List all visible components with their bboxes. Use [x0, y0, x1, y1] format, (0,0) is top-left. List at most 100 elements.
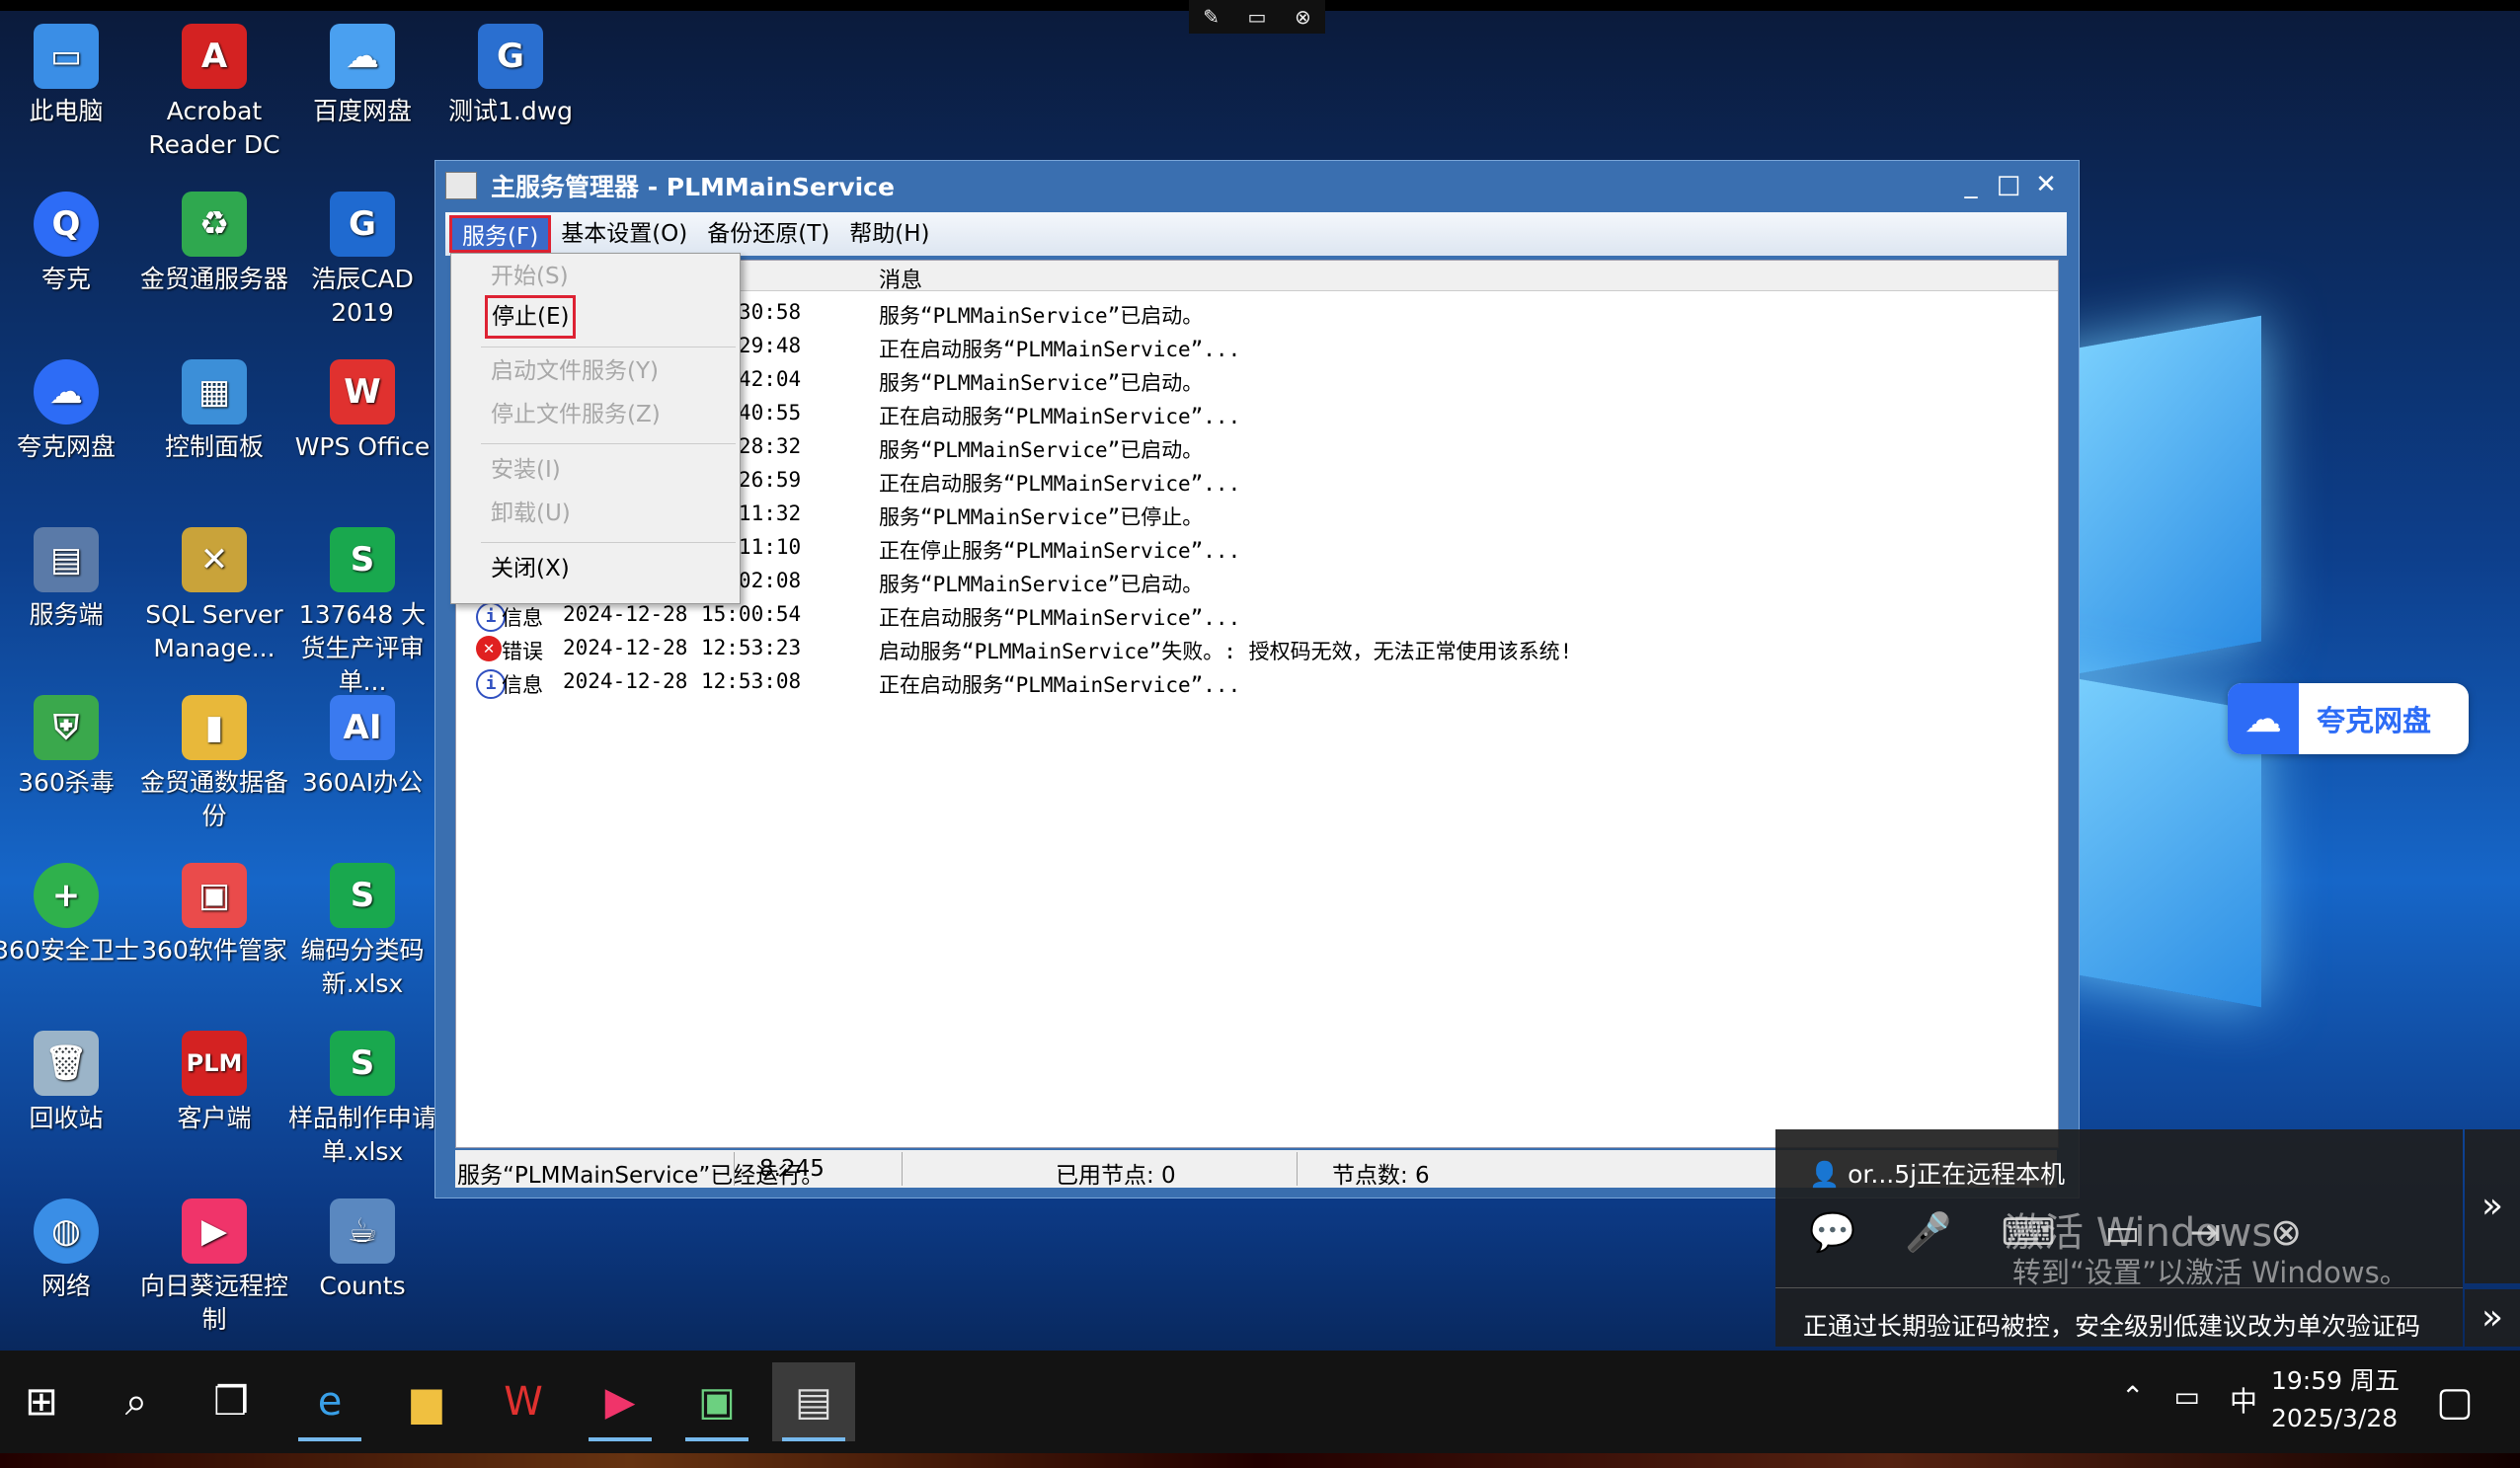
log-message: 服务“PLMMainService”已启动。	[879, 573, 1204, 596]
acrobat-icon: A	[182, 24, 247, 89]
chevron-up-icon[interactable]: ⌃	[2121, 1380, 2144, 1420]
log-row[interactable]: i 信息 2024-12-28 12:53:08 正在启动服务“PLMMainServi…	[456, 665, 2058, 699]
log-message: 正在启动服务“PLMMainService”...	[879, 338, 1241, 361]
recycle-bin-icon: 🗑	[34, 1031, 99, 1096]
log-time: 12:53:08	[701, 669, 802, 693]
desktop-icon-server[interactable]: ▤ 服务端	[0, 527, 140, 632]
clock[interactable]: 19:59 周五 2025/3/28	[2271, 1362, 2400, 1437]
sql-server-icon: ✕	[182, 527, 247, 592]
system-tray: ⌃ ▭ 中	[2121, 1380, 2257, 1420]
minimize-button[interactable]: _	[1954, 169, 1988, 200]
menu-help[interactable]: 帮助(H)	[839, 215, 939, 253]
expand-notice-chevron-icon[interactable]: »	[2465, 1289, 2520, 1347]
desktop-icon-360-ai-office[interactable]: AI 360AI办公	[288, 695, 436, 800]
file-explorer-icon[interactable]: ▆	[385, 1362, 468, 1441]
menu-item-start-file-service[interactable]: 启动文件服务(Y)	[491, 352, 659, 390]
expand-chevron-icon[interactable]: »	[2465, 1129, 2520, 1283]
log-message: 正在启动服务“PLMMainService”...	[879, 472, 1241, 496]
menu-backup-restore[interactable]: 备份还原(T)	[697, 215, 839, 253]
desktop-icon-jinmao-backup[interactable]: ▮ 金贸通数据备份	[140, 695, 288, 833]
menu-item-start[interactable]: 开始(S)	[491, 258, 569, 295]
control-panel-icon: ▦	[182, 359, 247, 425]
microphone-icon[interactable]: 🎤	[1905, 1210, 1951, 1255]
desktop-icon-this-pc[interactable]: ▭ 此电脑	[0, 24, 140, 128]
desktop-icon-wps[interactable]: W WPS Office	[288, 359, 436, 464]
search-icon[interactable]: ⌕	[95, 1362, 178, 1441]
log-row[interactable]: ✕ 错误 2024-12-28 12:53:23 启动服务“PLMMainService…	[456, 632, 2058, 665]
desktop-icon-plm-client[interactable]: PLM 客户端	[140, 1031, 288, 1135]
quark-netdisk-float[interactable]: ☁ 夸克网盘	[2228, 683, 2469, 754]
bottom-strip	[0, 1453, 2520, 1468]
quark-icon: Q	[34, 192, 99, 257]
menu-item-install[interactable]: 安装(I)	[491, 451, 561, 489]
menu-item-stop[interactable]: 停止(E)	[485, 295, 577, 339]
desktop-icon-jinmao-server[interactable]: ♻ 金贸通服务器	[140, 192, 288, 296]
desktop-icon-360-safeguard[interactable]: + 360安全卫士	[0, 863, 140, 967]
close-icon[interactable]: ⊗	[2270, 1210, 2302, 1255]
desktop-icon-counts[interactable]: ☕ Counts	[288, 1198, 436, 1303]
desktop-icon-sunlogin[interactable]: ▶ 向日葵远程控制	[140, 1198, 288, 1337]
desktop-icon-code-classification-xlsx[interactable]: S 编码分类码新.xlsx	[288, 863, 436, 1001]
desktop: ✎ ▭ ⊗ ▭ 此电脑 A Acrobat Reader DC ☁ 百度网盘 G…	[0, 0, 2520, 1468]
status-version: 8.245	[759, 1156, 825, 1182]
desktop-icon-360-antivirus[interactable]: ⛨ 360杀毒	[0, 695, 140, 800]
menu-service[interactable]: 服务(F)	[449, 215, 552, 253]
desktop-icon-quark[interactable]: Q 夸克	[0, 192, 140, 296]
menu-item-uninstall[interactable]: 卸载(U)	[491, 495, 571, 532]
task-view-icon[interactable]: ❐	[190, 1362, 273, 1441]
sunlogin-taskbar-icon[interactable]: ▶	[579, 1362, 662, 1441]
service-manager-taskbar-icon[interactable]: ▤	[772, 1362, 855, 1441]
log-message: 服务“PLMMainService”已停止。	[879, 505, 1204, 529]
chat-icon[interactable]: 💬	[1809, 1210, 1855, 1255]
desktop-icon-sample-request-xlsx[interactable]: S 样品制作申请单.xlsx	[288, 1031, 436, 1169]
wps-icon: W	[330, 359, 395, 425]
close-icon[interactable]: ⊗	[1295, 5, 1311, 29]
activate-windows-subtitle: 转到“设置”以激活 Windows。	[2012, 1256, 2408, 1289]
dwg-file-icon: G	[478, 24, 543, 89]
service-dropdown-menu: 开始(S) 停止(E) 启动文件服务(Y) 停止文件服务(Z) 安装(I) 卸载…	[450, 253, 741, 604]
menu-item-stop-file-service[interactable]: 停止文件服务(Z)	[491, 396, 661, 433]
maximize-button[interactable]: □	[1992, 169, 2025, 200]
desktop-icon-quark-netdisk[interactable]: ☁ 夸克网盘	[0, 359, 140, 464]
remote-session-panel: 👤 or...5j正在远程本机 💬 🎤 ⌨ ▭ ⇥ ⊗ 激活 Windows 转…	[1775, 1129, 2463, 1347]
desktop-icon-recycle-bin[interactable]: 🗑 回收站	[0, 1031, 140, 1135]
java-icon: ☕	[330, 1198, 395, 1264]
360-taskbar-icon[interactable]: ▣	[675, 1362, 758, 1441]
wps-taskbar-icon[interactable]: W	[482, 1362, 565, 1441]
log-date: 2024-12-28	[563, 636, 688, 659]
log-date: 2024-12-28	[563, 669, 688, 693]
remote-security-notice: 正通过长期验证码被控，安全级别低建议改为单次验证码	[1803, 1312, 2421, 1341]
remote-user-text: or...5j正在远程本机	[1848, 1160, 2066, 1189]
start-icon[interactable]: ⊞	[0, 1362, 83, 1441]
plm-client-icon: PLM	[182, 1031, 247, 1096]
log-time: 15:00:54	[701, 602, 802, 626]
column-message[interactable]: 消息	[879, 263, 922, 294]
desktop-icon-baidu-netdisk[interactable]: ☁ 百度网盘	[288, 24, 436, 128]
desktop-icon-network[interactable]: ◍ 网络	[0, 1198, 140, 1303]
log-message: 正在停止服务“PLMMainService”...	[879, 539, 1241, 563]
network-icon: ◍	[34, 1198, 99, 1264]
menu-bar: 服务(F) 基本设置(O) 备份还原(T) 帮助(H)	[445, 212, 2067, 256]
desktop-icon-control-panel[interactable]: ▦ 控制面板	[140, 359, 288, 464]
pin-icon[interactable]: ✎	[1203, 5, 1220, 29]
windows-logo-wallpaper	[2034, 296, 2520, 1046]
log-message: 服务“PLMMainService”已启动。	[879, 304, 1204, 328]
desktop-icon-dwg-file[interactable]: G 测试1.dwg	[436, 24, 585, 128]
360-safeguard-icon: +	[34, 863, 99, 928]
window-title: 主服务管理器 - PLMMainService	[491, 173, 895, 201]
spreadsheet-icon: S	[330, 863, 395, 928]
ime-indicator[interactable]: 中	[2230, 1380, 2257, 1420]
desktop-icon-spreadsheet-137648[interactable]: S 137648 大货生产评审单...	[288, 527, 436, 699]
network-tray-icon[interactable]: ▭	[2173, 1380, 2199, 1420]
notification-icon[interactable]: ▢	[2413, 1362, 2496, 1441]
desktop-icon-sql-server[interactable]: ✕ SQL Server Manage...	[140, 527, 288, 665]
desktop-icon-gstarcad[interactable]: G 浩辰CAD 2019	[288, 192, 436, 330]
window-titlebar[interactable]: 主服务管理器 - PLMMainService _ □ ✕	[435, 161, 2079, 210]
desktop-icon-acrobat[interactable]: A Acrobat Reader DC	[140, 24, 288, 162]
menu-item-close[interactable]: 关闭(X)	[491, 550, 570, 587]
menu-basic-settings[interactable]: 基本设置(O)	[551, 215, 697, 253]
ie-icon[interactable]: e	[288, 1362, 371, 1441]
close-button[interactable]: ✕	[2029, 169, 2063, 200]
desktop-icon-360-software-manager[interactable]: ▣ 360软件管家	[140, 863, 288, 967]
screen-icon[interactable]: ▭	[1248, 5, 1267, 29]
